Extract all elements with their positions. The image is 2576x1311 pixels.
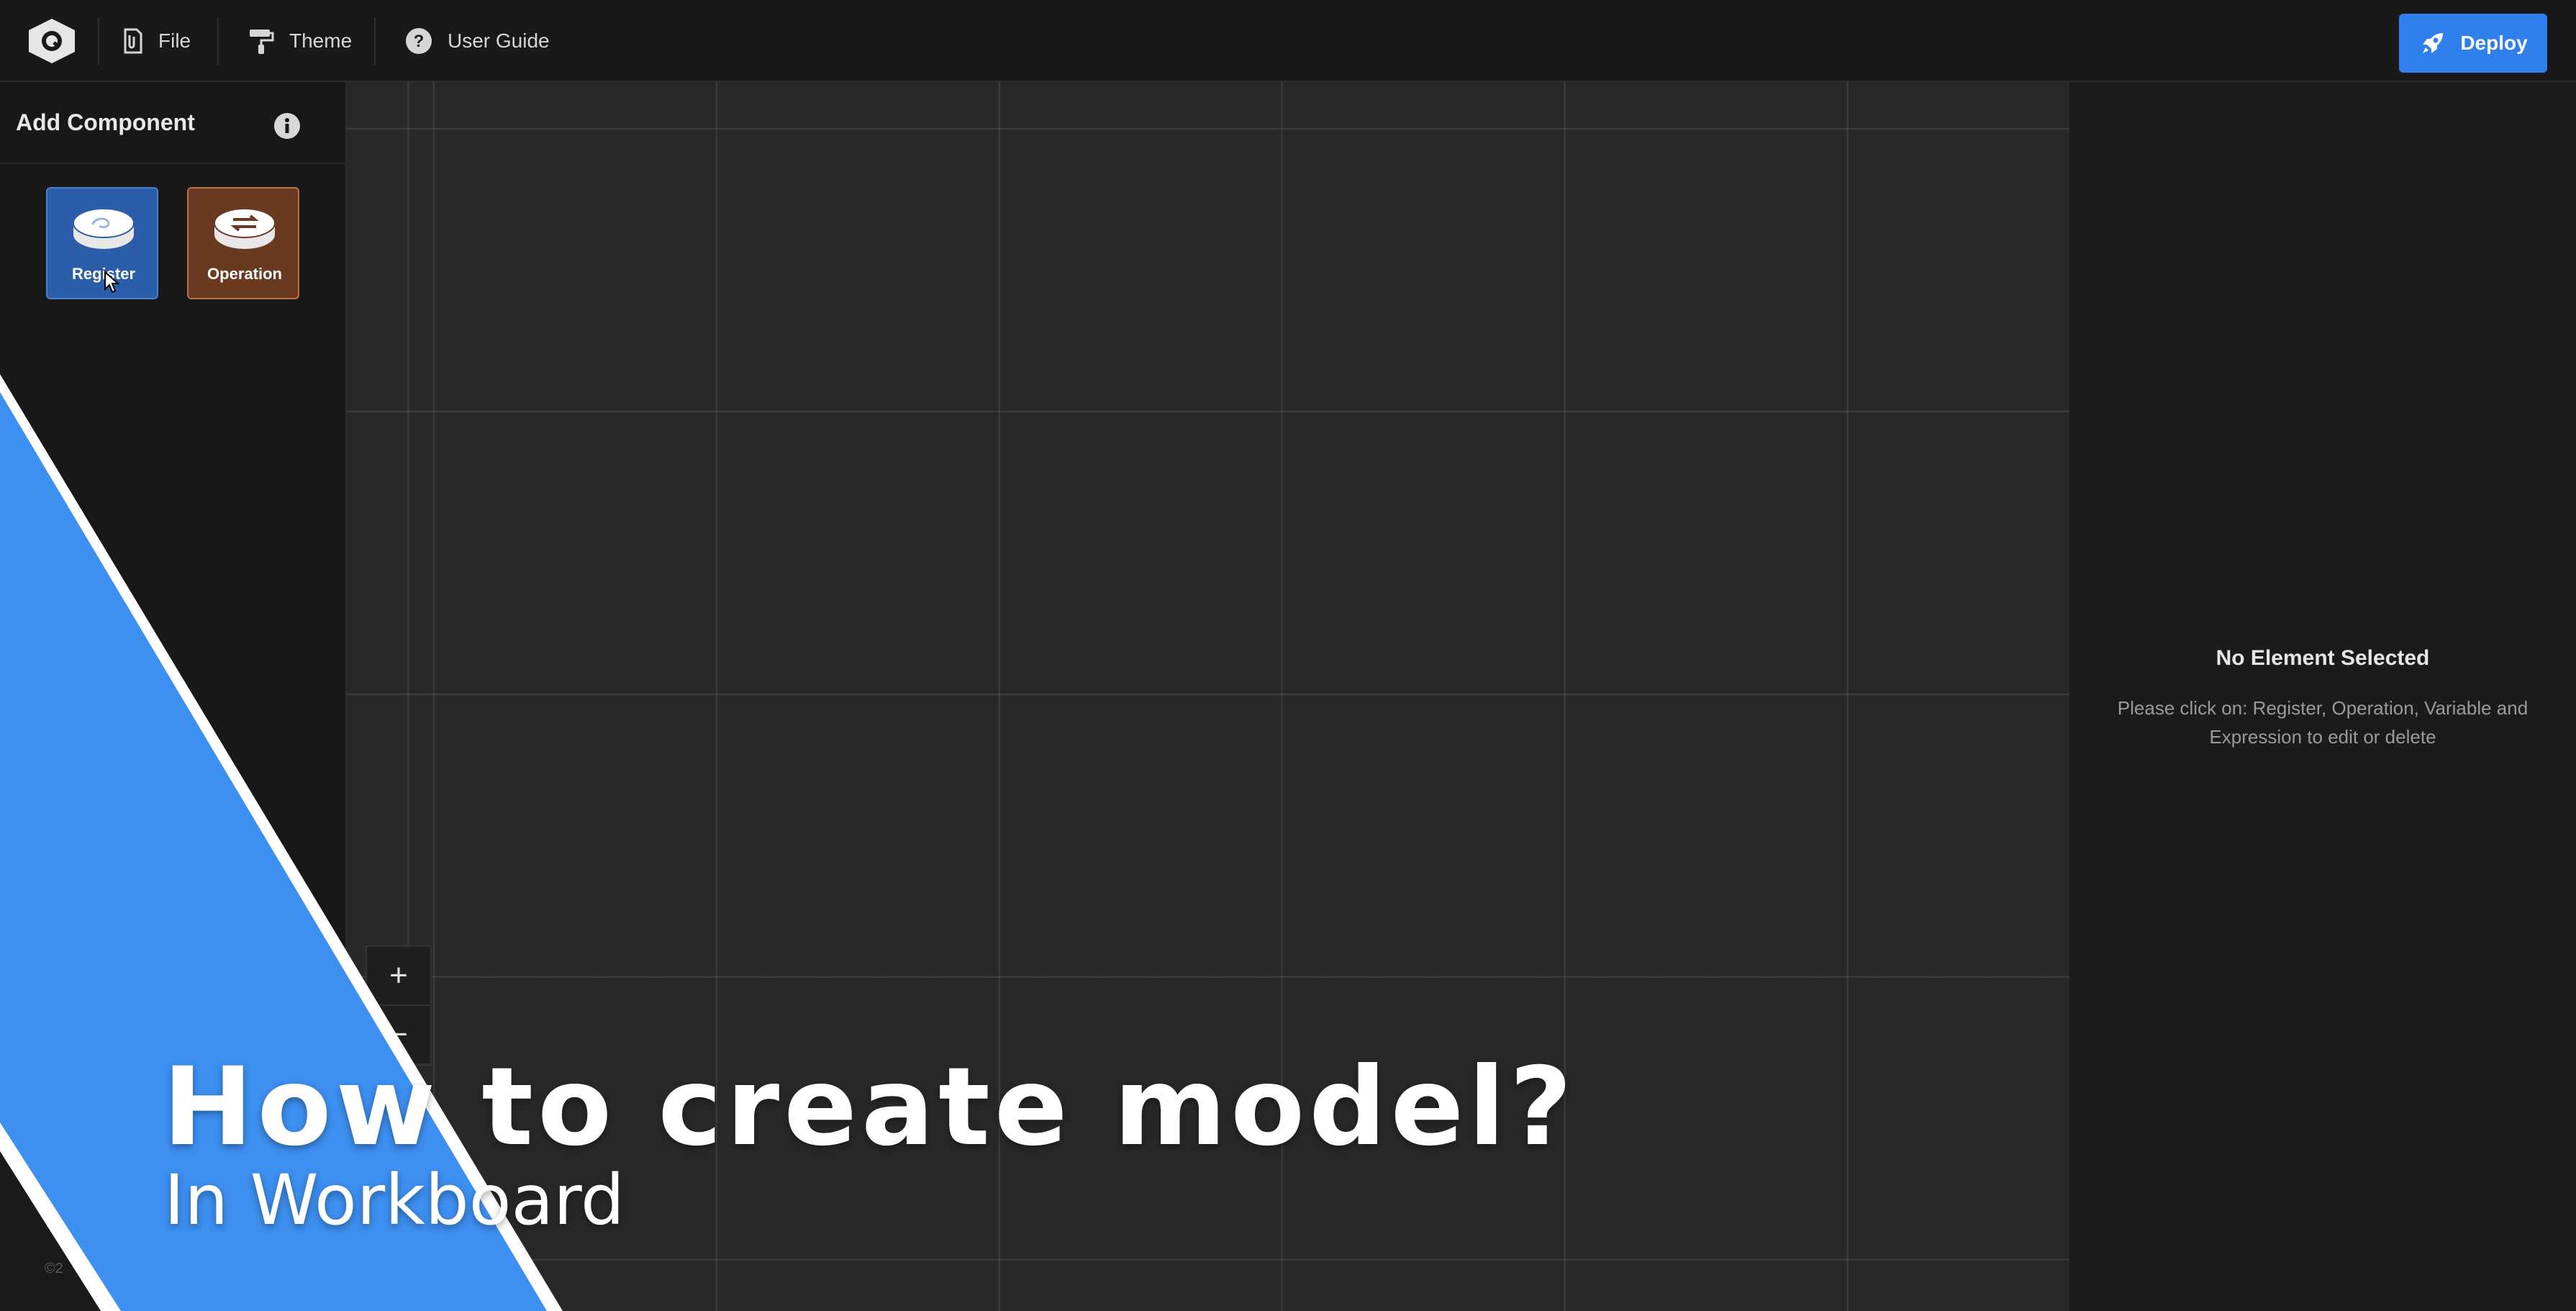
register-disc-icon — [73, 208, 135, 249]
nav-divider — [217, 17, 219, 65]
svg-text:?: ? — [414, 32, 425, 51]
sidebar-title: Add Component — [16, 109, 195, 135]
paint-roller-icon — [250, 30, 274, 54]
video-subtitle: In Workboard — [164, 1160, 625, 1240]
q-logo-icon[interactable] — [26, 17, 78, 65]
info-icon[interactable] — [273, 112, 301, 140]
nav-divider — [98, 17, 99, 65]
question-circle-icon: ? — [406, 28, 432, 54]
user-guide-menu[interactable]: ? User Guide — [404, 0, 550, 82]
user-guide-label: User Guide — [448, 30, 550, 52]
operation-component[interactable]: Operation — [187, 187, 299, 299]
nav-divider — [374, 17, 376, 65]
rocket-icon — [2423, 33, 2444, 53]
theme-menu[interactable]: Theme — [248, 0, 352, 82]
file-menu[interactable]: File — [118, 0, 191, 82]
sidebar-header: Add Component — [0, 82, 345, 164]
deploy-button[interactable]: Deploy — [2399, 14, 2547, 73]
paperclip-file-icon — [124, 28, 142, 54]
top-bar: File Theme ? User Guide Deploy — [0, 0, 2576, 82]
app-window: File Theme ? User Guide Deploy Add Compo… — [0, 0, 2576, 1311]
operation-disc-icon — [214, 208, 276, 249]
zoom-in-button[interactable]: + — [367, 947, 430, 1006]
file-menu-label: File — [158, 30, 191, 52]
video-title: How to create model? — [163, 1045, 1577, 1170]
deploy-label: Deploy — [2460, 32, 2528, 54]
copyright-text: ©2 — [45, 1261, 63, 1276]
theme-menu-label: Theme — [289, 30, 353, 52]
mouse-cursor-icon — [104, 271, 119, 294]
no-selection-title: No Element Selected — [2216, 646, 2430, 670]
inspector-panel: No Element Selected Please click on: Reg… — [2069, 82, 2576, 1311]
register-component[interactable]: Register — [46, 187, 158, 299]
no-selection-description: Please click on: Register, Operation, Va… — [2117, 697, 2529, 748]
operation-label: Operation — [207, 265, 282, 283]
